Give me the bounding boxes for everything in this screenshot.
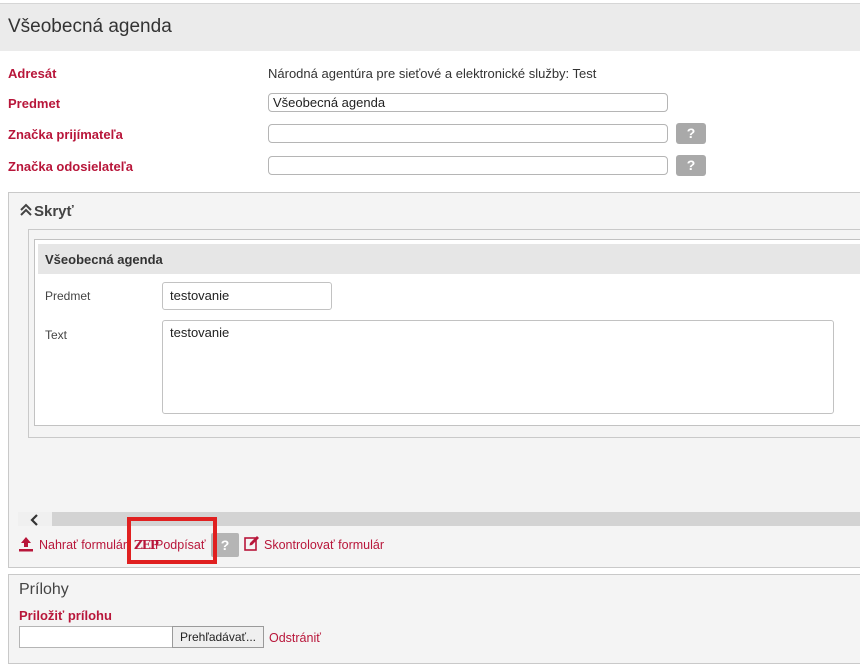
attachments-title: Prílohy (19, 581, 69, 598)
upload-icon (18, 536, 34, 555)
inner-predmet-input[interactable]: testovanie (162, 282, 332, 310)
znacka-prijimatela-input[interactable] (268, 124, 668, 143)
adresat-value: Národná agentúra pre sieťové a elektroni… (268, 66, 597, 81)
predmet-input[interactable]: Všeobecná agenda (268, 93, 668, 112)
form-inner-title: Všeobecná agenda (45, 252, 163, 267)
browse-button[interactable]: Prehľadávať... (172, 626, 264, 648)
znacka-odosielatela-input[interactable] (268, 156, 668, 175)
collapse-toggle-label: Skryť (34, 203, 74, 220)
attach-label: Priložiť prílohu (19, 608, 112, 623)
adresat-label: Adresát (8, 66, 57, 81)
attachments-panel (8, 574, 860, 664)
inner-text-area[interactable]: testovanie (162, 320, 834, 414)
inner-text-label: Text (45, 328, 68, 342)
predmet-label: Predmet (8, 96, 61, 111)
scroll-left-button[interactable] (18, 512, 52, 526)
help-button-odosielatela[interactable]: ? (676, 155, 706, 176)
inner-predmet-label: Predmet (45, 289, 91, 303)
edit-check-icon (244, 535, 260, 554)
remove-link[interactable]: Odstrániť (269, 631, 321, 645)
chevron-left-icon (30, 513, 38, 526)
highlight-box (127, 517, 217, 564)
collapse-toggle[interactable]: Skryť (20, 203, 74, 221)
help-button-prijimatela[interactable]: ? (676, 123, 706, 144)
page-title: Všeobecná agenda (8, 16, 172, 37)
double-chevron-up-icon (20, 203, 32, 221)
upload-form-link[interactable]: Nahrať formulár (39, 538, 127, 552)
znacka-prijimatela-label: Značka prijímateľa (8, 127, 123, 142)
znacka-odosielatela-label: Značka odosielateľa (8, 159, 133, 174)
check-form-link[interactable]: Skontrolovať formulár (264, 538, 384, 552)
